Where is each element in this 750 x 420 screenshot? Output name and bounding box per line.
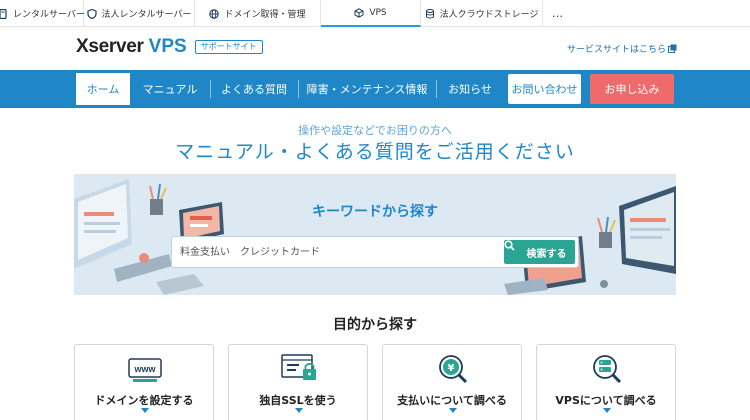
purpose-card-label: ドメインを設定する xyxy=(94,394,194,407)
keyword-search-banner: キーワードから探す 検索する xyxy=(74,174,676,295)
product-tab-label: 法人クラウドストレージ xyxy=(439,10,539,20)
nav-divider xyxy=(436,80,437,98)
logo-sub-text: VPS xyxy=(148,36,187,57)
purpose-card-payment[interactable]: ¥ 支払いについて調べる xyxy=(382,344,522,420)
purpose-section-title: 目的から探す xyxy=(333,317,417,333)
chevron-down-icon xyxy=(295,408,303,413)
purpose-card-domain[interactable]: www ドメインを設定する xyxy=(74,344,214,420)
svg-text:www: www xyxy=(133,364,156,374)
search-button[interactable]: 検索する xyxy=(504,240,575,264)
nav-item-faq[interactable]: よくある質問 xyxy=(212,74,296,104)
product-tab-domain[interactable]: ドメイン取得・管理 xyxy=(195,0,321,27)
search-icon xyxy=(504,240,524,258)
nav-divider xyxy=(210,80,211,98)
nav-item-home[interactable]: ホーム xyxy=(76,73,130,105)
product-tab-vps[interactable]: VPS xyxy=(321,0,421,27)
yen-search-icon: ¥ xyxy=(433,353,473,385)
chevron-down-icon xyxy=(449,408,457,413)
purpose-card-vps[interactable]: VPSについて調べる xyxy=(536,344,676,420)
search-box: 検索する xyxy=(171,236,579,268)
purpose-card-label: 支払いについて調べる xyxy=(397,394,507,407)
www-icon: www xyxy=(125,353,165,385)
logo-main-text: Xserver xyxy=(76,36,144,57)
desk-illustration xyxy=(74,179,676,295)
ssl-lock-icon xyxy=(279,353,319,385)
external-link-icon xyxy=(668,44,677,53)
product-tab-label: VPS xyxy=(369,7,387,18)
keyword-search-title: キーワードから探す xyxy=(312,204,438,220)
product-tab-label: レンタルサーバー xyxy=(13,10,85,20)
svg-text:¥: ¥ xyxy=(448,363,455,374)
product-tab-label: 法人レンタルサーバー xyxy=(101,10,192,20)
contact-button[interactable]: お問い合わせ xyxy=(508,74,581,104)
purpose-card-label: VPSについて調べる xyxy=(555,394,657,407)
shield-icon xyxy=(86,8,97,19)
purpose-card-label: 独自SSLを使う xyxy=(259,394,337,407)
main-nav: ホーム マニュアル よくある質問 障害・メンテナンス情報 お知らせ お問い合わせ… xyxy=(0,70,750,108)
server-icon xyxy=(0,8,8,19)
search-input[interactable] xyxy=(180,237,500,267)
nav-item-news[interactable]: お知らせ xyxy=(438,74,502,104)
chevron-down-icon xyxy=(603,408,611,413)
server-search-icon xyxy=(587,353,627,385)
purpose-card-ssl[interactable]: 独自SSLを使う xyxy=(228,344,368,420)
product-tab-rental-server[interactable]: レンタルサーバー xyxy=(0,0,85,27)
nav-divider xyxy=(298,80,299,98)
service-site-link[interactable]: サービスサイトはこちら xyxy=(567,42,677,55)
database-icon xyxy=(425,8,435,19)
product-tabs-bar: レンタルサーバー 法人レンタルサーバー ドメイン取得・管理 VPS 法人クラウド… xyxy=(0,0,750,27)
globe-icon xyxy=(209,8,220,19)
more-icon[interactable]: … xyxy=(543,0,573,27)
service-site-link-label: サービスサイトはこちら xyxy=(566,45,666,55)
cube-icon xyxy=(354,7,364,18)
nav-item-manual[interactable]: マニュアル xyxy=(132,74,208,104)
chevron-down-icon xyxy=(141,408,149,413)
product-tab-cloud-storage[interactable]: 法人クラウドストレージ xyxy=(421,0,543,27)
hero-title: マニュアル・よくある質問をご活用ください xyxy=(175,141,575,163)
search-button-label: 検索する xyxy=(526,248,567,260)
apply-button[interactable]: お申し込み xyxy=(590,74,674,104)
nav-item-maintenance[interactable]: 障害・メンテナンス情報 xyxy=(300,74,434,104)
hero-subtitle: 操作や設定などでお困りの方へ xyxy=(298,124,452,137)
site-logo[interactable]: Xserver VPS サポートサイト xyxy=(76,36,263,57)
product-tab-label: ドメイン取得・管理 xyxy=(224,10,306,20)
support-site-badge: サポートサイト xyxy=(194,40,263,54)
product-tab-corporate-server[interactable]: 法人レンタルサーバー xyxy=(84,0,195,27)
